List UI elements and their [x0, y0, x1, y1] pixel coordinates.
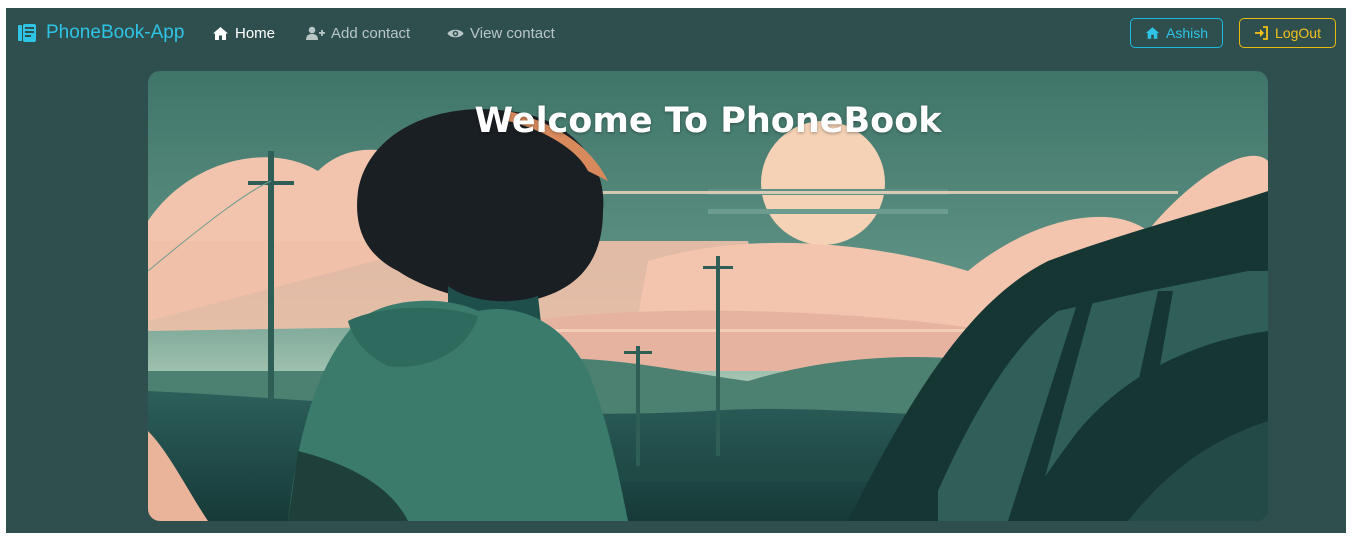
sign-in-icon: [1255, 26, 1268, 40]
nav-home-label: Home: [235, 24, 276, 42]
nav-view-contact[interactable]: View contact: [447, 22, 555, 44]
home-icon: [1145, 27, 1160, 39]
nav-add-contact-label: Add contact: [331, 24, 411, 42]
user-profile-button[interactable]: Ashish: [1130, 18, 1223, 48]
logout-label: LogOut: [1275, 25, 1321, 41]
brand-link[interactable]: PhoneBook-App: [16, 21, 184, 45]
user-name-label: Ashish: [1165, 25, 1209, 41]
hero-banner: Welcome To PhoneBook: [148, 71, 1268, 521]
brand-label: PhoneBook-App: [46, 22, 185, 43]
nav-add-contact[interactable]: Add contact: [306, 22, 410, 44]
home-icon: [213, 26, 228, 40]
logout-button[interactable]: LogOut: [1239, 18, 1336, 48]
nav-home[interactable]: Home: [212, 22, 275, 44]
nav-view-contact-label: View contact: [470, 24, 555, 42]
phonebook-icon: [18, 24, 36, 42]
eye-icon: [447, 29, 464, 37]
app-frame: PhoneBook-App Home Add contact View cont…: [6, 8, 1346, 533]
navbar: PhoneBook-App Home Add contact View cont…: [6, 8, 1346, 58]
hero-title: Welcome To PhoneBook: [474, 101, 942, 141]
user-plus-icon: [306, 26, 325, 40]
